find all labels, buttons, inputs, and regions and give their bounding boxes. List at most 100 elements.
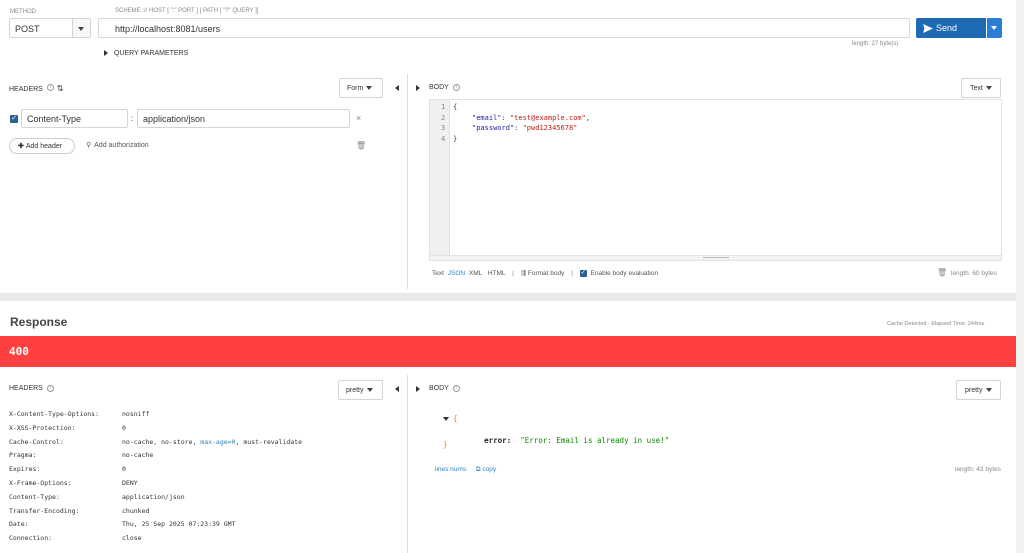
send-label: Send xyxy=(936,23,958,33)
header-row: Pragma: no-cache xyxy=(9,451,154,460)
json-key: "email" xyxy=(472,113,502,122)
header-row: X-XSS-Protection: 0 xyxy=(9,423,126,432)
line-number: 3 xyxy=(441,124,446,132)
collapse-left-icon[interactable] xyxy=(395,386,399,392)
response-headers-title: HEADERS i xyxy=(9,385,54,392)
editor-line: } xyxy=(453,134,458,143)
chevron-down-icon xyxy=(985,388,992,393)
add-header-button[interactable]: ✚ Add header xyxy=(9,138,75,154)
send-icon xyxy=(923,24,933,33)
header-key-input[interactable]: Content-Type xyxy=(21,109,128,128)
collapse-toggle-icon[interactable] xyxy=(443,417,449,421)
headers-mode-select[interactable]: Form xyxy=(339,78,383,98)
response-body-json: { error: "Error: Email is already in use… xyxy=(443,414,670,449)
editor-line: { xyxy=(453,103,458,111)
response-headers-list: X-Content-Type-Options: nosniff X-XSS-Pro… xyxy=(9,408,399,546)
collapse-right-icon[interactable] xyxy=(416,386,420,392)
format-html[interactable]: HTML xyxy=(488,270,505,277)
header-separator: : xyxy=(131,114,134,123)
url-input[interactable]: http://localhost:8081/users xyxy=(98,18,910,38)
line-number: 1 xyxy=(441,103,446,111)
json-value: "test@example.com" xyxy=(509,113,586,122)
url-length: length: 27 byte(s) xyxy=(852,41,899,47)
chevron-down-icon xyxy=(985,86,992,91)
response-body-title: BODY i xyxy=(429,385,460,392)
header-enabled-checkbox[interactable]: ✓ xyxy=(10,115,18,123)
response-panel-divider xyxy=(407,375,408,553)
status-code: 400 xyxy=(9,345,29,358)
enable-eval-checkbox[interactable]: ✓ xyxy=(579,269,587,277)
collapse-right-icon[interactable] xyxy=(416,85,420,91)
send-button[interactable]: Send xyxy=(916,18,986,38)
info-icon: i xyxy=(46,84,54,91)
copy-icon: ⧉ xyxy=(475,466,481,473)
format-json[interactable]: JSON xyxy=(448,270,465,277)
send-dropdown-button[interactable] xyxy=(987,18,1002,38)
method-select[interactable]: POST xyxy=(9,18,91,38)
chevron-down-icon xyxy=(366,86,373,91)
plus-icon: ✚ xyxy=(18,143,24,150)
json-key: "password" xyxy=(472,124,515,132)
json-value: "pwd12345678" xyxy=(522,124,578,132)
line-number: 4 xyxy=(441,134,446,143)
cache-info: Cache Detected - Elapsed Time: 244ms xyxy=(887,321,985,327)
key-icon: ⚲ xyxy=(86,142,92,149)
url-hint: SCHEME :// HOST [ ":" PORT ] [ PATH [ "?… xyxy=(115,8,259,14)
format-xml[interactable]: XML xyxy=(469,270,482,277)
request-body-title: BODY i xyxy=(429,84,460,91)
url-value: http://localhost:8081/users xyxy=(115,24,221,34)
response-title: Response xyxy=(10,315,68,329)
chevron-down-icon xyxy=(78,27,84,31)
query-parameters-toggle[interactable]: QUERY PARAMETERS xyxy=(104,50,188,57)
format-icon: ⇶ xyxy=(520,270,527,277)
header-row: Cache-Control: no-cache, no-store, max-ag… xyxy=(9,437,303,446)
collapse-left-icon[interactable] xyxy=(395,85,399,91)
body-editor[interactable]: 1{ 2 "email": "test@example.com", 3 "passw… xyxy=(429,99,1002,261)
header-row: Connection: close xyxy=(9,534,142,543)
enable-eval-label: Enable body evaluation xyxy=(590,270,659,277)
header-value-input[interactable]: application/json xyxy=(137,109,350,128)
query-parameters-label: QUERY PARAMETERS xyxy=(114,50,189,57)
scrollbar-track[interactable] xyxy=(1016,0,1024,553)
header-row: Transfer-Encoding: chunked xyxy=(9,506,150,515)
chevron-right-icon xyxy=(104,50,108,57)
remove-header-icon[interactable]: × xyxy=(356,113,361,123)
json-value: "Error: Email is already in use!" xyxy=(520,436,670,445)
response-panel: Response Cache Detected - Elapsed Time: … xyxy=(0,301,1016,553)
format-body-button[interactable]: ⇶ Format body xyxy=(521,270,565,277)
header-row: Date: Thu, 25 Sep 2025 07:23:39 GMT xyxy=(9,520,236,529)
response-headers-mode-select[interactable]: pretty xyxy=(338,380,383,400)
max-age-link[interactable]: max-age=0 xyxy=(200,438,235,446)
status-bar: 400 xyxy=(0,336,1016,367)
header-row: X-Content-Type-Options: nosniff xyxy=(9,410,150,418)
header-row: X-Frame-Options: DENY xyxy=(9,478,138,487)
header-row: Expires: 0 xyxy=(9,465,126,474)
response-length: length: 43 bytes xyxy=(955,466,1001,473)
add-authorization-button[interactable]: ⚲ Add authorization xyxy=(86,141,149,149)
method-label: METHOD xyxy=(10,9,36,15)
response-body-bar: lines nums ⧉ copy xyxy=(435,466,496,474)
request-panel: METHOD POST SCHEME :// HOST [ ":" PORT ]… xyxy=(0,0,1016,293)
body-trash-icon[interactable]: 🗑 xyxy=(937,268,947,277)
body-mode-select[interactable]: Text xyxy=(961,78,1001,98)
resize-handle[interactable] xyxy=(430,255,1001,260)
info-icon: i xyxy=(452,84,460,91)
body-format-bar: Text JSON XML HTML | ⇶ Format body | ✓ E… xyxy=(432,269,659,277)
request-headers-title: HEADERS i ⇅ xyxy=(9,84,64,93)
header-row: Content-Type: application/json xyxy=(9,492,185,501)
line-numbers-toggle[interactable]: lines nums xyxy=(435,466,466,473)
body-length: length: 60 bytes xyxy=(951,270,997,277)
trash-icon[interactable]: 🗑 xyxy=(356,141,366,150)
info-icon: i xyxy=(46,385,54,392)
line-number: 2 xyxy=(441,113,446,122)
chevron-down-icon xyxy=(991,26,997,30)
method-value: POST xyxy=(15,24,40,34)
json-key: error: xyxy=(484,436,512,445)
panel-divider xyxy=(407,74,408,289)
response-body-mode-select[interactable]: pretty xyxy=(956,380,1001,400)
info-icon: i xyxy=(452,385,460,392)
format-text[interactable]: Text xyxy=(432,270,444,277)
sort-icon[interactable]: ⇅ xyxy=(57,84,64,93)
copy-button[interactable]: ⧉ copy xyxy=(476,466,496,473)
chevron-down-icon xyxy=(366,388,373,393)
